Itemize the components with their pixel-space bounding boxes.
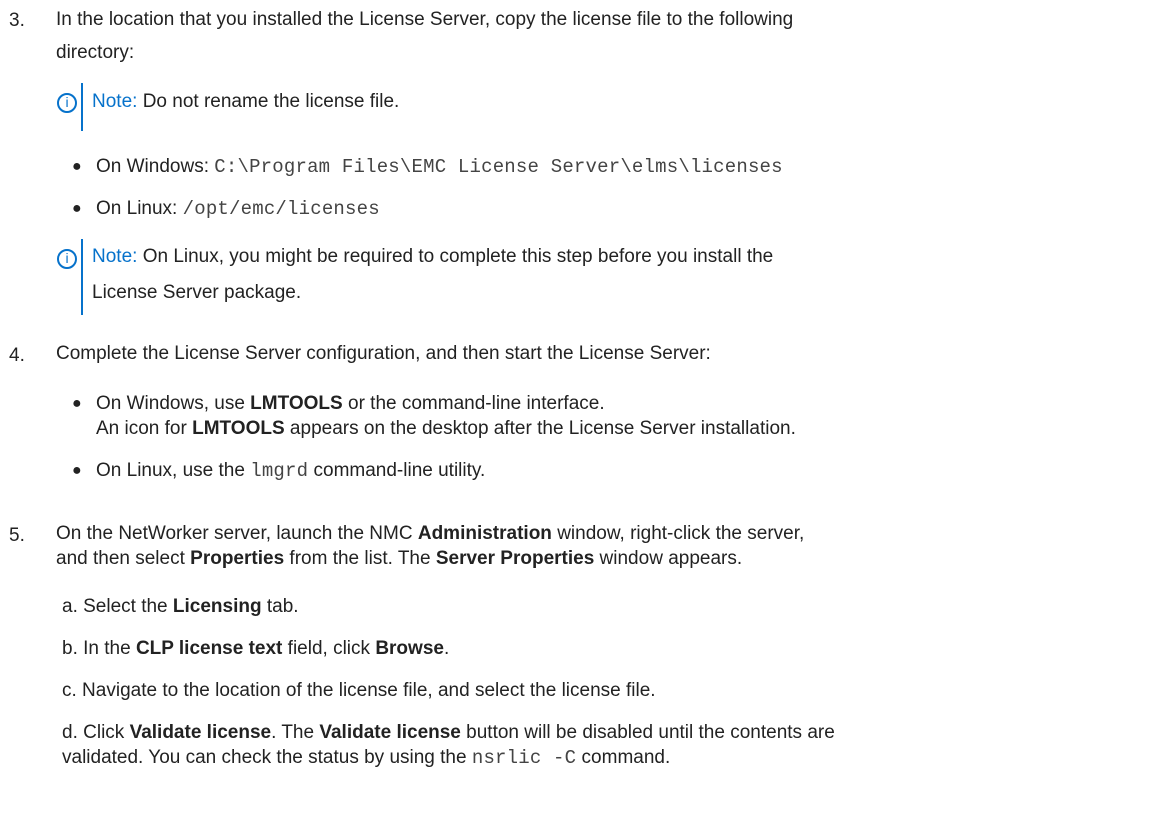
validate-license-term: Validate license	[129, 722, 272, 743]
note-divider	[81, 239, 83, 315]
bullet-label: On Windows:	[96, 156, 215, 177]
text: a. Select the	[62, 596, 173, 617]
text: .	[443, 638, 450, 659]
info-icon	[57, 93, 77, 113]
step-3-text-line1: In the location that you installed the L…	[56, 9, 794, 30]
note-2-line2: License Server package.	[92, 282, 302, 303]
step-4-text: Complete the License Server configuratio…	[56, 343, 711, 364]
substep-d-line2: validated. You can check the status by u…	[62, 745, 670, 771]
text: . The	[271, 722, 320, 743]
text: On Linux, use the	[96, 460, 251, 481]
lmgrd-command: lmgrd	[250, 460, 309, 482]
text: command.	[576, 747, 671, 768]
clp-license-text-term: CLP license text	[135, 638, 283, 659]
step-5-text-line2: and then select Properties from the list…	[56, 546, 742, 572]
substep-b: b. In the CLP license text field, click …	[62, 636, 449, 662]
lmtools-term: LMTOOLS	[250, 393, 343, 414]
text: On Windows, use	[96, 393, 251, 414]
licensing-term: Licensing	[172, 596, 262, 617]
text: appears on the desktop after the License…	[284, 418, 796, 439]
step-5-text-line1: On the NetWorker server, launch the NMC …	[56, 521, 804, 547]
server-properties-term: Server Properties	[435, 548, 595, 569]
bullet-icon: ●	[72, 395, 82, 412]
text: field, click	[282, 638, 376, 659]
step-4-number: 4.	[9, 345, 25, 366]
text: window appears.	[594, 548, 743, 569]
bullet-label: On Linux:	[96, 198, 183, 219]
note-1: Note: Do not rename the license file.	[92, 89, 399, 115]
text: An icon for	[96, 418, 193, 439]
note-text: On Linux, you might be required to compl…	[137, 246, 774, 267]
text: and then select	[56, 548, 191, 569]
bullet-icon: ●	[72, 200, 82, 217]
substep-a: a. Select the Licensing tab.	[62, 594, 299, 620]
text: tab.	[261, 596, 299, 617]
document-page: 3. In the location that you installed th…	[0, 0, 1150, 825]
note-2-line1: Note: On Linux, you might be required to…	[92, 244, 773, 270]
text: c. Navigate to the location of the licen…	[62, 680, 656, 701]
lmtools-term: LMTOOLS	[192, 418, 285, 439]
step-3-number: 3.	[9, 10, 25, 31]
text: d. Click	[62, 722, 130, 743]
info-icon	[57, 249, 77, 269]
step-3-text-line2: directory:	[56, 42, 135, 63]
nsrlic-command: nsrlic -C	[471, 747, 577, 769]
note-label: Note:	[92, 246, 138, 267]
note-divider	[81, 83, 83, 131]
substep-c: c. Navigate to the location of the licen…	[62, 678, 656, 704]
step-5-number: 5.	[9, 525, 25, 546]
note-label: Note:	[92, 91, 138, 112]
note-text: Do not rename the license file.	[137, 91, 400, 112]
text: b. In the	[62, 638, 136, 659]
bullet-windows: On Windows: C:\Program Files\EMC License…	[96, 154, 783, 180]
bullet-icon: ●	[72, 462, 82, 479]
windows-license-path: C:\Program Files\EMC License Server\elms…	[214, 156, 783, 178]
browse-term: Browse	[375, 638, 444, 659]
bullet-lmgrd: On Linux, use the lmgrd command-line uti…	[96, 458, 485, 484]
text: from the list. The	[284, 548, 436, 569]
validate-license-term: Validate license	[319, 722, 461, 743]
text: On the NetWorker server, launch the NMC	[56, 523, 418, 544]
substep-d-line1: d. Click Validate license. The Validate …	[62, 720, 835, 746]
bullet-linux: On Linux: /opt/emc/licenses	[96, 196, 380, 222]
administration-term: Administration	[417, 523, 552, 544]
text: window, right-click the server,	[551, 523, 805, 544]
text: command-line utility.	[308, 460, 486, 481]
bullet-icon: ●	[72, 158, 82, 175]
bullet-lmtools-line1: On Windows, use LMTOOLS or the command-l…	[96, 391, 605, 417]
text: or the command-line interface.	[342, 393, 605, 414]
bullet-lmtools-line2: An icon for LMTOOLS appears on the deskt…	[96, 416, 796, 442]
linux-license-path: /opt/emc/licenses	[182, 198, 380, 220]
text: validated. You can check the status by u…	[62, 747, 472, 768]
properties-term: Properties	[190, 548, 285, 569]
text: button will be disabled until the conten…	[460, 722, 835, 743]
